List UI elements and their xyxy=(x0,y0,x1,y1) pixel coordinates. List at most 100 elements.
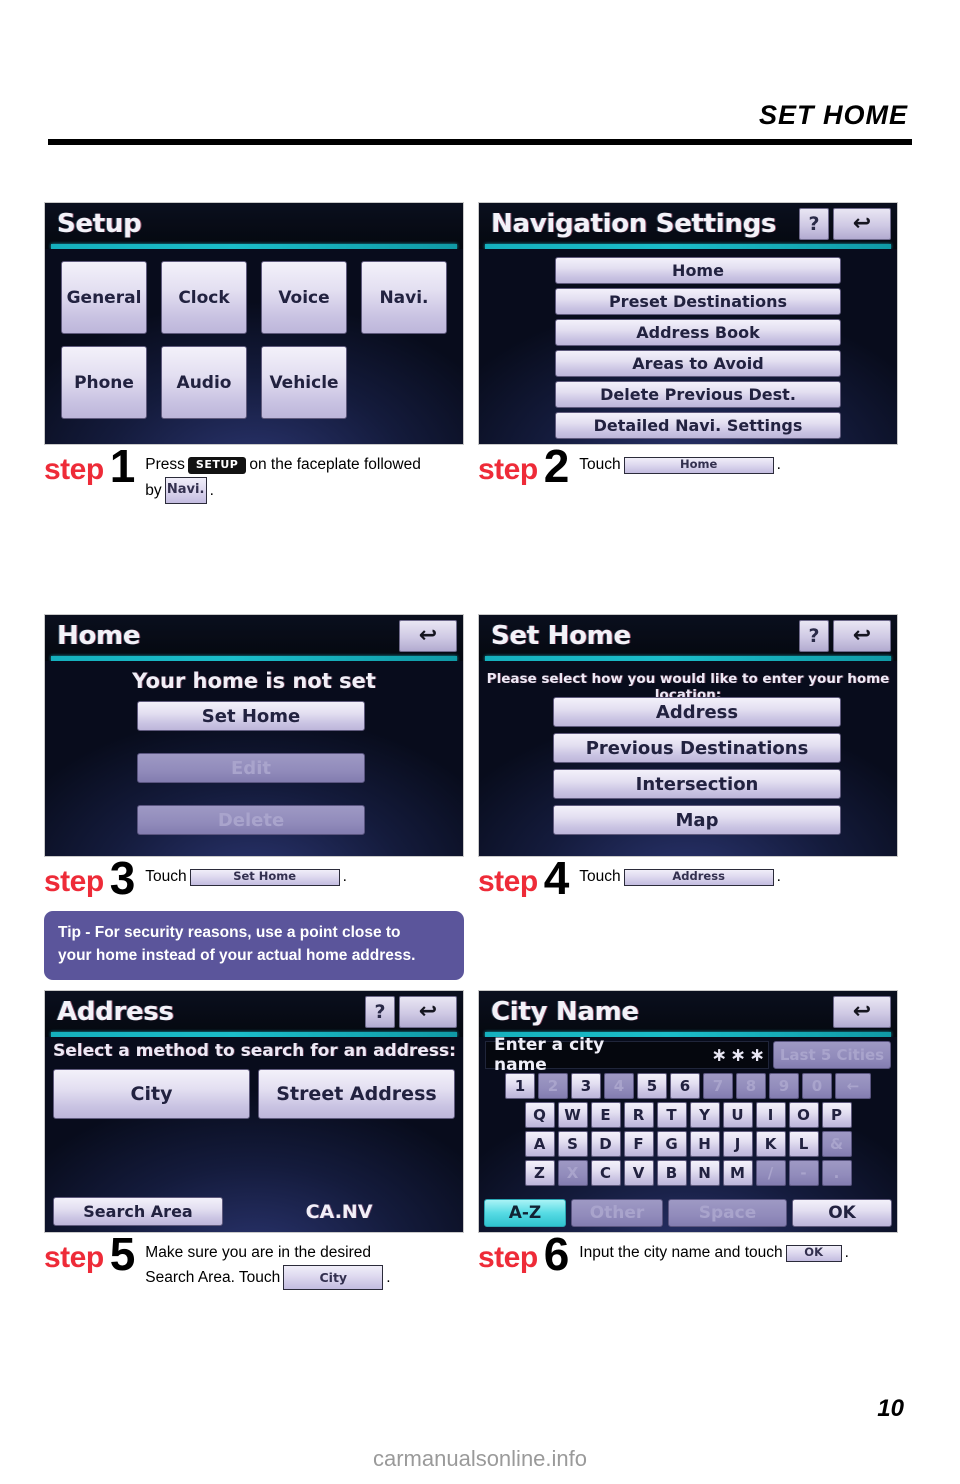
address-header: Address ? ↩ xyxy=(45,991,463,1037)
nav-item-home[interactable]: Home xyxy=(555,257,841,284)
back-icon[interactable]: ↩ xyxy=(833,620,891,652)
step-3-caption: step 3 Touch Set Home . xyxy=(44,855,464,901)
delete-home-button: Delete xyxy=(137,805,365,835)
keyboard-mode-az-button[interactable]: A-Z xyxy=(484,1199,566,1227)
step-5-word: step xyxy=(44,1241,104,1274)
nav-item-detailed-navi-settings[interactable]: Detailed Navi. Settings xyxy=(555,412,841,439)
screen-address: Address ? ↩ Select a method to search fo… xyxy=(44,990,464,1233)
home-title: Home xyxy=(57,621,141,651)
key-o[interactable]: O xyxy=(788,1102,819,1128)
step-1-word: step xyxy=(44,453,104,486)
back-icon[interactable]: ↩ xyxy=(399,620,457,652)
setup-tile-general[interactable]: General xyxy=(61,261,147,334)
key-u[interactable]: U xyxy=(722,1102,753,1128)
key-d[interactable]: D xyxy=(590,1131,621,1157)
setup-tile-vehicle[interactable]: Vehicle xyxy=(261,346,347,419)
key-a[interactable]: A xyxy=(524,1131,555,1157)
step-4-caption: step 4 Touch Address . xyxy=(478,855,898,901)
back-icon[interactable]: ↩ xyxy=(833,208,891,240)
address-method-street-address[interactable]: Street Address xyxy=(258,1069,455,1119)
help-icon[interactable]: ? xyxy=(365,996,395,1028)
step-1-column: Setup General Clock Voice Navi. Phone Au… xyxy=(44,202,464,505)
key-q[interactable]: Q xyxy=(524,1102,555,1128)
home-header-buttons: ↩ xyxy=(399,620,457,652)
address-button-chip[interactable]: Address xyxy=(623,868,774,886)
set-home-method-map[interactable]: Map xyxy=(553,805,841,835)
keyboard-row-1: 1 2 3 4 5 6 7 8 9 0 ← xyxy=(483,1073,893,1099)
setup-faceplate-chip[interactable]: SETUP xyxy=(187,456,247,474)
set-home-body: Please select how you would like to ente… xyxy=(479,661,897,856)
setup-row-1: General Clock Voice Navi. xyxy=(61,261,449,334)
city-button-chip[interactable]: City xyxy=(283,1265,384,1291)
nav-item-address-book[interactable]: Address Book xyxy=(555,319,841,346)
keyboard-ok-button[interactable]: OK xyxy=(792,1199,892,1227)
key-w[interactable]: W xyxy=(557,1102,588,1128)
step-6-text: Input the city name and touch OK . xyxy=(579,1241,849,1265)
city-name-title: City Name xyxy=(491,997,639,1027)
home-body: Your home is not set Set Home Edit Delet… xyxy=(45,661,463,856)
step-2-number: 2 xyxy=(543,440,570,492)
setup-tile-clock[interactable]: Clock xyxy=(161,261,247,334)
set-home-method-address[interactable]: Address xyxy=(553,697,841,727)
key-y[interactable]: Y xyxy=(689,1102,720,1128)
key-z[interactable]: Z xyxy=(524,1160,555,1186)
navi-button-chip[interactable]: Navi. xyxy=(164,477,207,505)
key-j[interactable]: J xyxy=(722,1131,753,1157)
set-home-method-list: Address Previous Destinations Intersecti… xyxy=(553,697,841,841)
key-v[interactable]: V xyxy=(623,1160,654,1186)
key-5[interactable]: 5 xyxy=(637,1073,667,1099)
set-home-method-previous-destinations[interactable]: Previous Destinations xyxy=(553,733,841,763)
key-1[interactable]: 1 xyxy=(505,1073,535,1099)
key-b[interactable]: B xyxy=(656,1160,687,1186)
key-l[interactable]: L xyxy=(788,1131,819,1157)
key-.: . xyxy=(821,1160,852,1186)
ok-button-chip[interactable]: OK xyxy=(785,1244,842,1262)
setup-tile-audio[interactable]: Audio xyxy=(161,346,247,419)
key-p[interactable]: P xyxy=(821,1102,852,1128)
tip-box: Tip - For security reasons, use a point … xyxy=(44,911,464,980)
set-home-button-chip[interactable]: Set Home xyxy=(189,868,340,886)
key-e[interactable]: E xyxy=(590,1102,621,1128)
setup-row-2: Phone Audio Vehicle xyxy=(61,346,449,419)
step-4-column: Set Home ? ↩ Please select how you would… xyxy=(478,614,898,901)
key-t[interactable]: T xyxy=(656,1102,687,1128)
back-arrow-glyph: ↩ xyxy=(418,623,438,648)
help-icon[interactable]: ? xyxy=(799,620,829,652)
back-icon[interactable]: ↩ xyxy=(833,996,891,1028)
key-c[interactable]: C xyxy=(590,1160,621,1186)
nav-item-delete-previous-dest[interactable]: Delete Previous Dest. xyxy=(555,381,841,408)
key-f[interactable]: F xyxy=(623,1131,654,1157)
key-h[interactable]: H xyxy=(689,1131,720,1157)
help-icon[interactable]: ? xyxy=(799,208,829,240)
key-k[interactable]: K xyxy=(755,1131,786,1157)
search-area-value: CA.NV xyxy=(305,1200,373,1223)
keyboard-space-button: Space xyxy=(668,1199,787,1227)
set-home-method-intersection[interactable]: Intersection xyxy=(553,769,841,799)
address-header-buttons: ? ↩ xyxy=(365,996,457,1028)
key-m[interactable]: M xyxy=(722,1160,753,1186)
key-0: 0 xyxy=(802,1073,832,1099)
key-i[interactable]: I xyxy=(755,1102,786,1128)
step-6-word: step xyxy=(478,1241,538,1274)
screen-city-name: City Name ↩ Enter a city name ∗∗∗ Last 5… xyxy=(478,990,898,1233)
setup-tile-voice[interactable]: Voice xyxy=(261,261,347,334)
setup-tile-phone[interactable]: Phone xyxy=(61,346,147,419)
key-r[interactable]: R xyxy=(623,1102,654,1128)
step-6-column: City Name ↩ Enter a city name ∗∗∗ Last 5… xyxy=(478,990,898,1277)
set-home-button[interactable]: Set Home xyxy=(137,701,365,731)
key-s[interactable]: S xyxy=(557,1131,588,1157)
key-3[interactable]: 3 xyxy=(571,1073,601,1099)
address-method-city[interactable]: City xyxy=(53,1069,250,1119)
back-icon[interactable]: ↩ xyxy=(399,996,457,1028)
setup-tile-navi[interactable]: Navi. xyxy=(361,261,447,334)
home-button-chip[interactable]: Home xyxy=(623,456,774,474)
key-4: 4 xyxy=(604,1073,634,1099)
search-area-button[interactable]: Search Area xyxy=(53,1197,223,1226)
key-6[interactable]: 6 xyxy=(670,1073,700,1099)
city-name-input[interactable]: Enter a city name ∗∗∗ xyxy=(485,1035,769,1075)
step-6-text-a: Input the city name and touch xyxy=(579,1244,783,1261)
nav-item-preset-destinations[interactable]: Preset Destinations xyxy=(555,288,841,315)
key-g[interactable]: G xyxy=(656,1131,687,1157)
nav-item-areas-to-avoid[interactable]: Areas to Avoid xyxy=(555,350,841,377)
key-n[interactable]: N xyxy=(689,1160,720,1186)
